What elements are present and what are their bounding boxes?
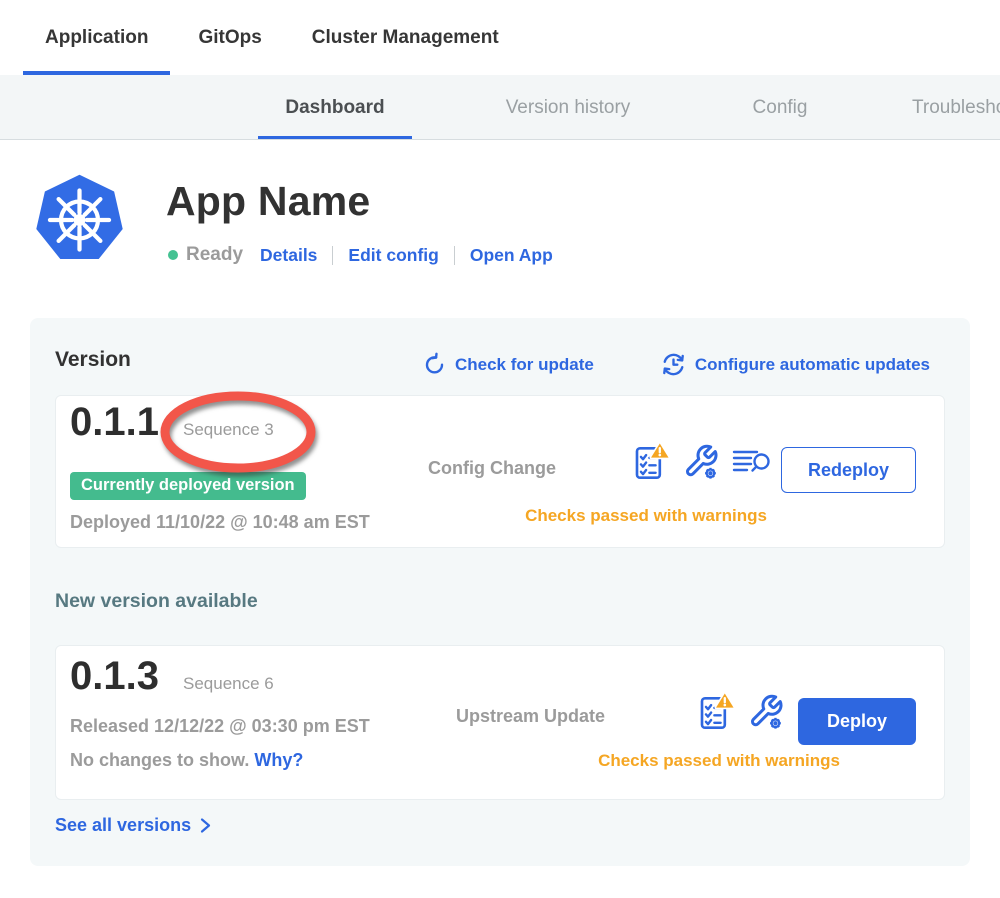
kubernetes-logo-icon — [33, 172, 126, 268]
no-changes-label: No changes to show. — [70, 750, 249, 770]
version-panel: Version Check for update Configure autom… — [30, 318, 970, 866]
refresh-icon — [422, 352, 447, 377]
tab-dashboard[interactable]: Dashboard — [258, 75, 412, 140]
check-for-update-label: Check for update — [455, 355, 594, 375]
tab-troubleshoot-label: Troubleshoot — [912, 97, 1000, 119]
tab-gitops-label: GitOps — [198, 27, 261, 49]
see-all-versions-label: See all versions — [55, 815, 191, 836]
edit-config-link[interactable]: Edit config — [348, 245, 438, 266]
see-all-versions-link[interactable]: See all versions — [55, 815, 213, 836]
redeploy-button[interactable]: Redeploy — [781, 447, 916, 493]
auto-update-clock-icon — [660, 351, 687, 378]
current-sequence-label: Sequence 3 — [183, 420, 274, 440]
wrench-gear-icon[interactable] — [748, 693, 784, 731]
configure-automatic-updates-button[interactable]: Configure automatic updates — [660, 351, 930, 378]
checklist-warning-icon[interactable] — [699, 691, 735, 732]
version-panel-actions: Check for update Configure automatic upd… — [422, 351, 930, 378]
released-timestamp: Released 12/12/22 @ 03:30 pm EST — [70, 716, 370, 737]
tab-application-label: Application — [45, 27, 148, 49]
app-name-title: App Name — [166, 178, 370, 225]
configure-automatic-updates-label: Configure automatic updates — [695, 355, 930, 375]
current-version-card: 0.1.1 Sequence 3 Currently deployed vers… — [55, 395, 945, 548]
app-status-row: Ready Details Edit config Open App — [168, 244, 553, 266]
secondary-nav: Dashboard Version history Config Trouble… — [0, 75, 1000, 140]
file-search-icon[interactable] — [732, 447, 772, 477]
tab-version-history[interactable]: Version history — [488, 75, 648, 140]
admin-console-screen: Application GitOps Cluster Management Da… — [0, 0, 1000, 898]
current-version-status-icons — [634, 441, 772, 482]
new-version-card: 0.1.3 Sequence 6 Released 12/12/22 @ 03:… — [55, 645, 945, 800]
tab-cluster-management[interactable]: Cluster Management — [290, 0, 521, 75]
status-text: Ready — [186, 244, 243, 266]
version-panel-title: Version — [55, 348, 131, 372]
new-version-status-icons — [699, 691, 784, 732]
divider — [332, 246, 333, 265]
deployed-timestamp: Deployed 11/10/22 @ 10:48 am EST — [70, 512, 370, 533]
details-link[interactable]: Details — [260, 245, 317, 266]
why-link[interactable]: Why? — [254, 750, 303, 770]
checklist-warning-icon[interactable] — [634, 441, 670, 482]
wrench-gear-icon[interactable] — [683, 443, 719, 481]
tab-cluster-management-label: Cluster Management — [312, 27, 499, 49]
no-changes-text: No changes to show. Why? — [70, 750, 303, 771]
tab-dashboard-label: Dashboard — [285, 97, 384, 119]
version-source-label: Upstream Update — [456, 706, 605, 727]
tab-troubleshoot[interactable]: Troubleshoot — [912, 75, 1000, 140]
deploy-button[interactable]: Deploy — [798, 698, 916, 745]
tab-version-history-label: Version history — [506, 97, 631, 119]
tab-config[interactable]: Config — [742, 75, 818, 140]
tab-application[interactable]: Application — [23, 0, 170, 75]
new-version-available-heading: New version available — [55, 590, 258, 613]
new-sequence-label: Sequence 6 — [183, 674, 274, 694]
tab-gitops[interactable]: GitOps — [176, 0, 283, 75]
status-ready-dot — [168, 250, 178, 260]
current-version-number: 0.1.1 — [70, 400, 159, 445]
open-app-link[interactable]: Open App — [470, 245, 553, 266]
version-source-label: Config Change — [428, 458, 556, 479]
divider — [454, 246, 455, 265]
currently-deployed-badge: Currently deployed version — [70, 472, 306, 500]
preflight-checks-status: Checks passed with warnings — [549, 751, 889, 771]
new-version-number: 0.1.3 — [70, 654, 159, 699]
primary-nav: Application GitOps Cluster Management — [0, 0, 1000, 75]
check-for-update-button[interactable]: Check for update — [422, 352, 594, 377]
tab-config-label: Config — [753, 97, 808, 119]
chevron-right-icon — [198, 817, 213, 834]
preflight-checks-status: Checks passed with warnings — [476, 506, 816, 526]
